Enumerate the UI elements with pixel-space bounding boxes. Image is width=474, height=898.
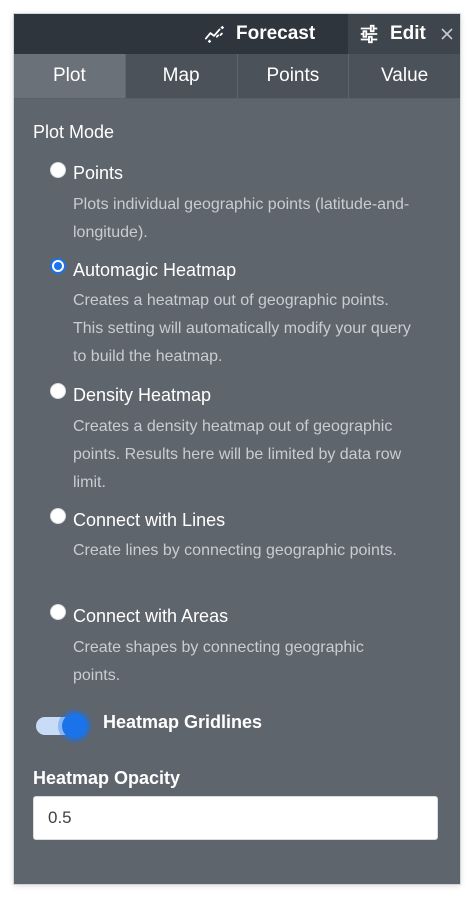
tab-plot[interactable]: Plot: [14, 54, 126, 98]
tab-points[interactable]: Points: [238, 54, 350, 98]
option-points-label[interactable]: Points: [73, 162, 123, 184]
option-points-description: Plots individual geographic points (lati…: [73, 196, 410, 241]
radio-points[interactable]: [50, 162, 66, 178]
heatmap-gridlines-toggle[interactable]: [34, 708, 98, 743]
visualization-editor-panel: Forecast Edit Plot Map Points Value Plot…: [14, 14, 460, 884]
option-connect-areas-description: Create shapes by connecting geographic p…: [73, 639, 364, 684]
option-density-heatmap-label[interactable]: Density Heatmap: [73, 384, 211, 406]
option-density-heatmap-description: Creates a density heatmap out of geograp…: [73, 418, 402, 491]
heatmap-opacity-input[interactable]: [33, 796, 438, 840]
option-automagic-heatmap-label[interactable]: Automagic Heatmap: [73, 259, 236, 281]
radio-connect-lines[interactable]: [50, 508, 66, 524]
plot-mode-title: Plot Mode: [33, 122, 115, 142]
forecast-button[interactable]: Forecast: [204, 14, 315, 54]
edit-tab[interactable]: Edit: [348, 14, 460, 54]
option-connect-lines-label[interactable]: Connect with Lines: [73, 509, 225, 531]
radio-connect-areas[interactable]: [50, 604, 66, 620]
heatmap-gridlines-label: Heatmap Gridlines: [103, 712, 263, 732]
editor-tabs: Plot Map Points Value: [14, 54, 460, 99]
tune-icon: [360, 24, 378, 44]
forecast-icon: [204, 25, 224, 43]
tab-map[interactable]: Map: [126, 54, 238, 98]
toggle-knob[interactable]: [62, 713, 88, 739]
option-connect-areas-label[interactable]: Connect with Areas: [73, 605, 228, 627]
forecast-label: Forecast: [236, 23, 316, 44]
tab-value[interactable]: Value: [349, 54, 460, 98]
radio-density-heatmap[interactable]: [50, 383, 66, 399]
editor-header: Forecast Edit: [14, 14, 460, 54]
close-icon[interactable]: [438, 25, 456, 43]
edit-label: Edit: [390, 23, 426, 44]
option-connect-lines-description: Create lines by connecting geographic po…: [73, 542, 397, 559]
heatmap-opacity-label: Heatmap Opacity: [33, 768, 181, 788]
radio-automagic-heatmap[interactable]: [50, 258, 66, 274]
option-automagic-heatmap-description: Creates a heatmap out of geographic poin…: [73, 292, 411, 365]
